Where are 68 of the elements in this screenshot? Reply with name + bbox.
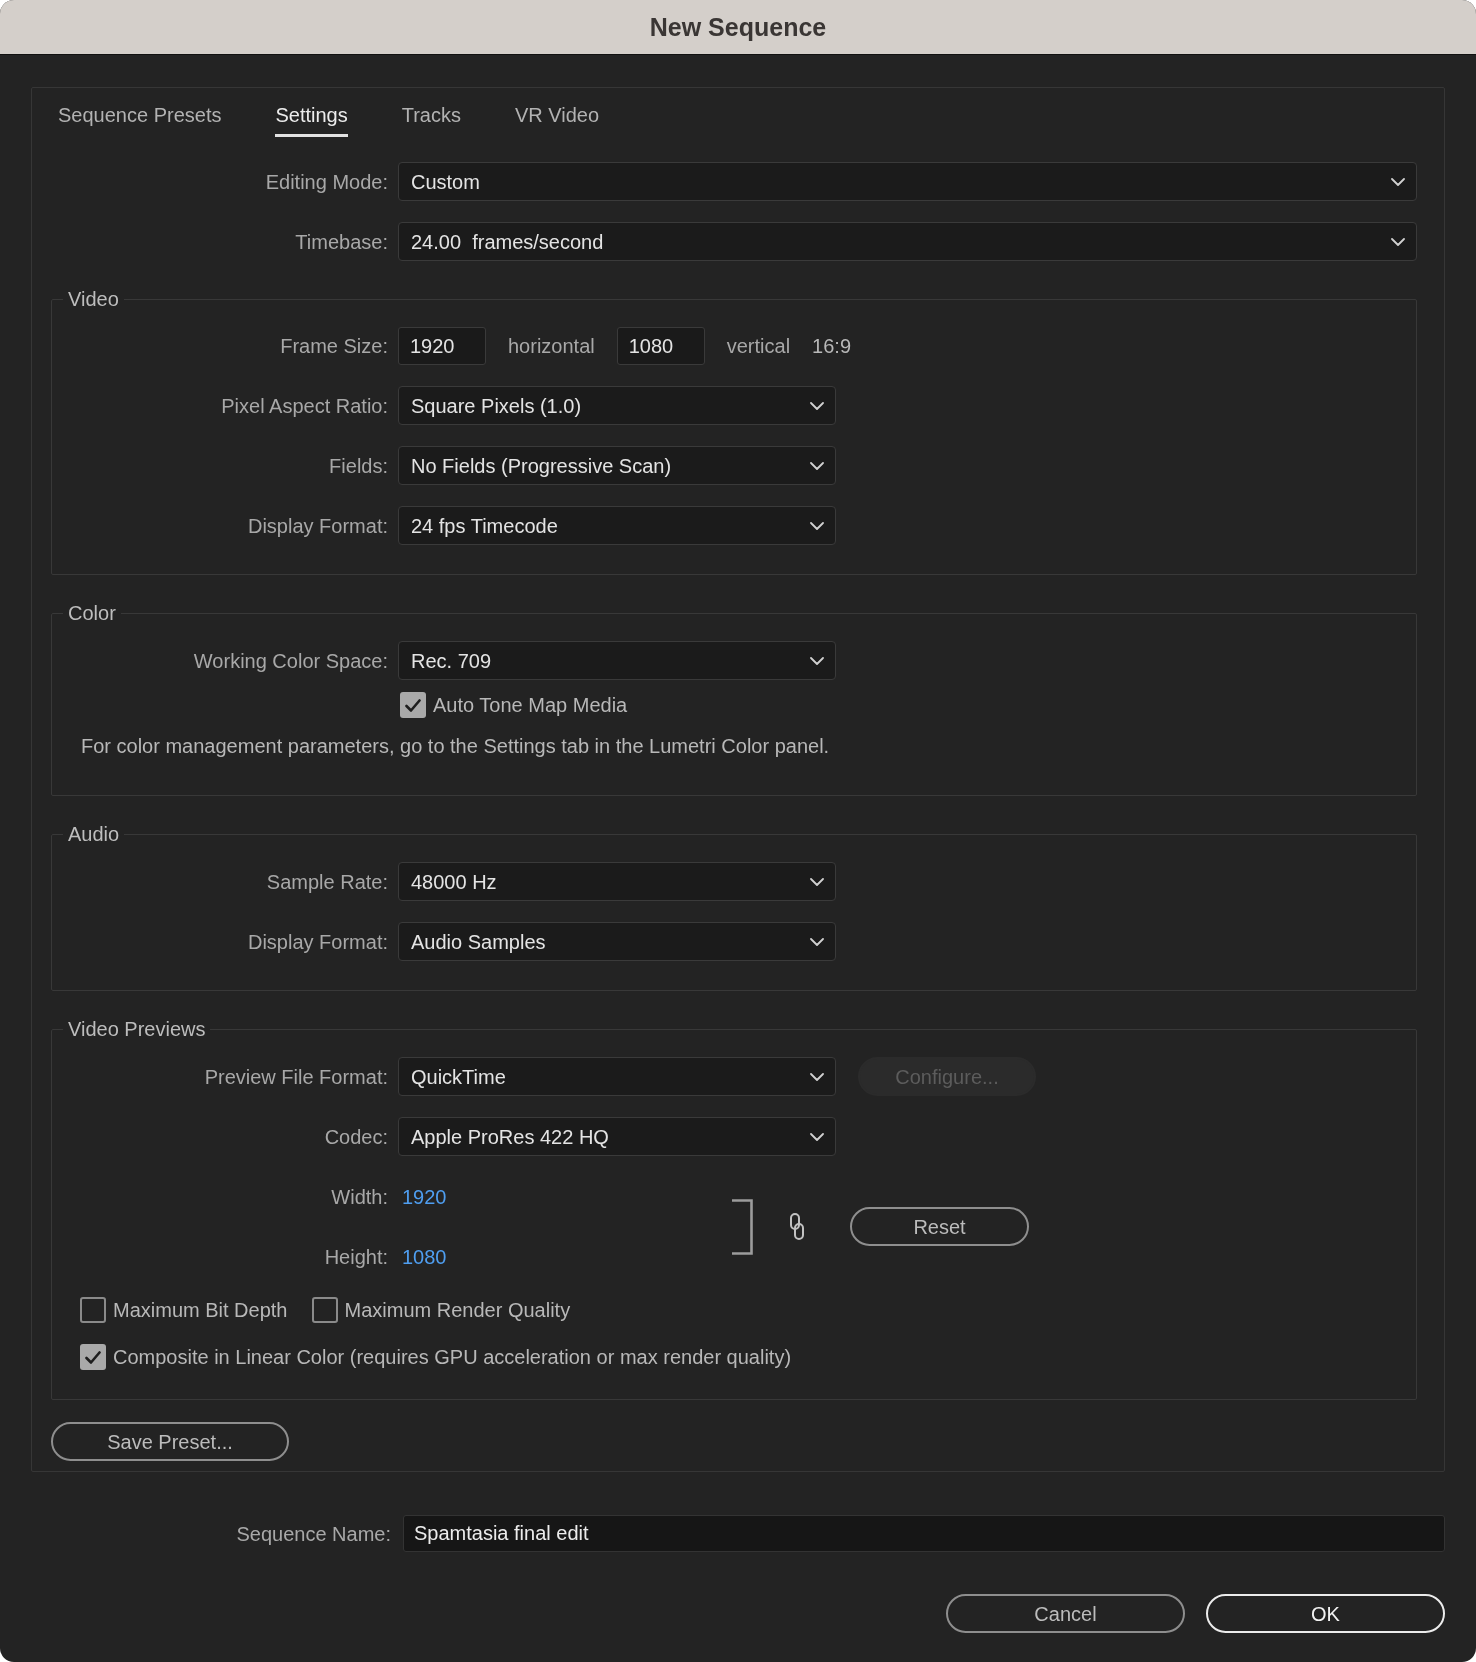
number-field[interactable]: 1080	[616, 327, 705, 365]
pill-button[interactable]: Save Preset...	[51, 1422, 289, 1461]
checkbox[interactable]	[311, 1297, 338, 1323]
chevron-down-icon	[810, 877, 824, 886]
dropdown[interactable]: Audio Samples	[398, 922, 836, 961]
field-label: Sequence Name:	[236, 1521, 391, 1546]
pill-button[interactable]: Cancel	[946, 1594, 1185, 1633]
tab[interactable]: Tracks	[401, 103, 461, 137]
tab[interactable]: VR Video	[514, 103, 600, 137]
chevron-down-icon	[810, 401, 824, 410]
field-label: Fields:	[329, 453, 388, 478]
checkbox-label: Maximum Render Quality	[344, 1298, 571, 1322]
dropdown[interactable]: 24.00 frames/second	[398, 222, 1417, 261]
checkbox-label: Maximum Bit Depth	[113, 1298, 288, 1322]
dropdown[interactable]: 24 fps Timecode	[398, 506, 836, 545]
checkbox[interactable]	[80, 1297, 106, 1323]
section-title: Video	[67, 287, 120, 311]
checkmark-icon	[85, 1350, 101, 1364]
section-title: Video Previews	[67, 1017, 207, 1041]
pill-button[interactable]: Reset	[850, 1207, 1029, 1246]
section-title: Audio	[67, 822, 121, 846]
dropdown[interactable]: Custom	[398, 162, 1417, 201]
checkbox-label: Auto Tone Map Media	[433, 693, 628, 717]
chevron-down-icon	[810, 1132, 824, 1141]
field-label: Preview File Format:	[204, 1064, 388, 1089]
field-label: Frame Size:	[280, 334, 388, 358]
chevron-down-icon	[1391, 237, 1405, 246]
dropdown[interactable]: 48000 Hz	[398, 862, 836, 901]
field-label: Height:	[324, 1244, 388, 1269]
field-label: Sample Rate:	[266, 869, 388, 894]
field-label: Display Format:	[247, 513, 388, 538]
scrub-value[interactable]: 1080	[402, 1244, 447, 1269]
chain-link-icon[interactable]	[790, 1213, 804, 1240]
chevron-down-icon	[810, 656, 824, 665]
pill-button[interactable]: OK	[1206, 1594, 1445, 1633]
checkbox-label: Composite in Linear Color (requires GPU acceleration or max render quality)	[113, 1345, 792, 1369]
chevron-down-icon	[810, 521, 824, 530]
number-field[interactable]: 1920	[398, 327, 486, 365]
bracket-icon	[732, 1198, 753, 1255]
dropdown[interactable]: Square Pixels (1.0)	[398, 386, 836, 425]
aspect-ratio-text: 16:9	[812, 334, 851, 358]
field-label: Timebase:	[295, 229, 388, 254]
chevron-down-icon	[810, 461, 824, 470]
field-label: Codec:	[324, 1124, 388, 1149]
chevron-down-icon	[810, 937, 824, 946]
dropdown[interactable]: Rec. 709	[398, 641, 836, 680]
chevron-down-icon	[1391, 177, 1405, 186]
field-label: Editing Mode:	[265, 169, 388, 194]
chevron-down-icon	[810, 1072, 824, 1081]
unit-label: horizontal	[508, 334, 595, 358]
section-title: Color	[67, 601, 117, 625]
field-label: Working Color Space:	[193, 648, 388, 673]
info-text: For color management parameters, go to the Settings tab in the Lumetri Color panel.	[81, 734, 830, 758]
unit-label: vertical	[726, 334, 791, 358]
field-label: Display Format:	[247, 929, 388, 954]
dropdown[interactable]: QuickTime	[398, 1057, 836, 1096]
field-label: Pixel Aspect Ratio:	[221, 393, 388, 418]
dropdown[interactable]: No Fields (Progressive Scan)	[398, 446, 836, 485]
checkbox[interactable]	[80, 1344, 106, 1370]
checkbox[interactable]	[400, 692, 426, 718]
scrub-value[interactable]: 1920	[402, 1184, 447, 1209]
text-field[interactable]: Spamtasia final edit	[403, 1515, 1445, 1552]
dropdown[interactable]: Apple ProRes 422 HQ	[398, 1117, 836, 1156]
tab[interactable]: Settings	[275, 103, 348, 137]
tab[interactable]: Sequence Presets	[58, 103, 222, 137]
checkmark-icon	[405, 698, 421, 712]
window-title: New Sequence	[649, 12, 827, 42]
field-label: Width:	[331, 1184, 388, 1209]
